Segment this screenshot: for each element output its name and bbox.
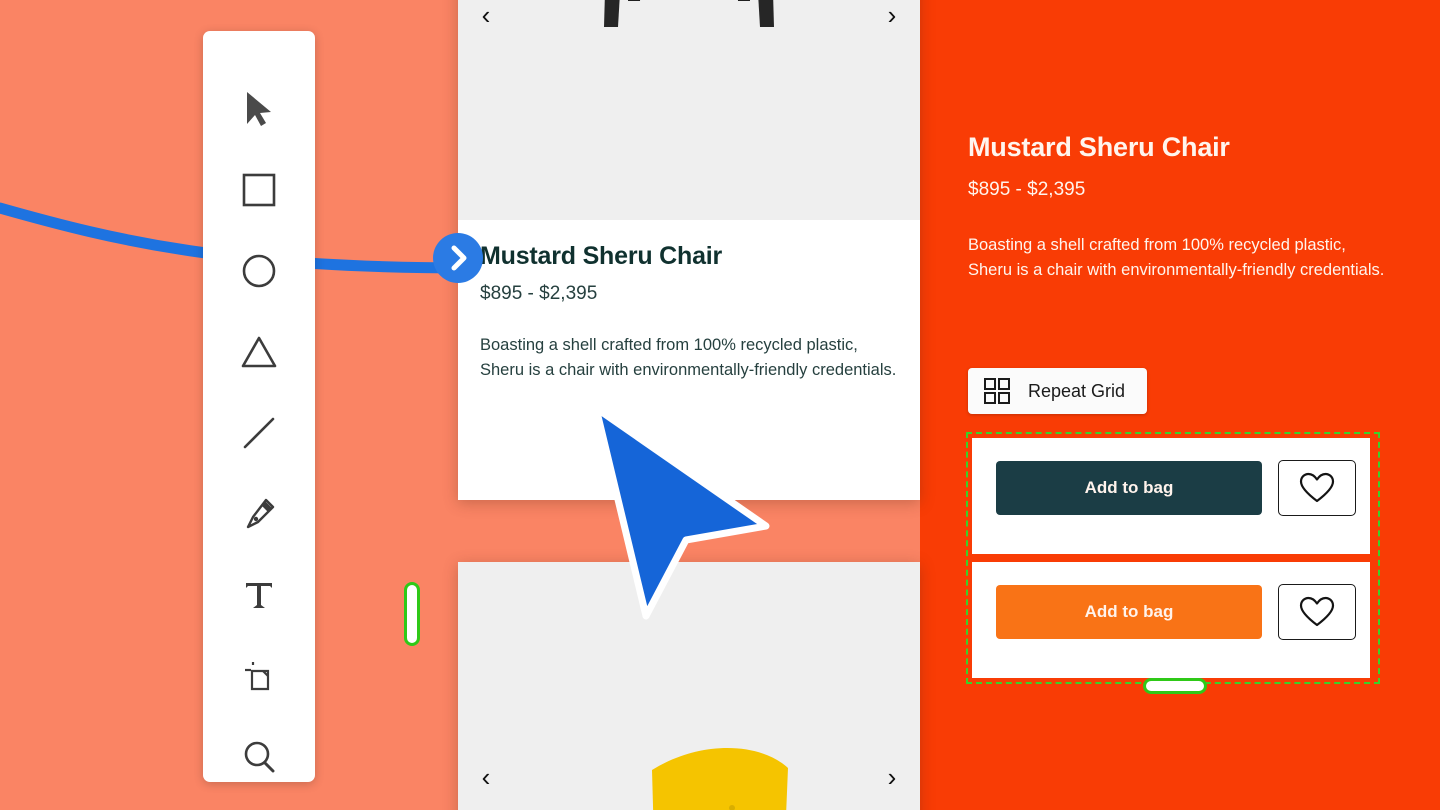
- yellow-armchair-illustration: [652, 748, 788, 810]
- add-to-bag-button[interactable]: Add to bag: [996, 585, 1262, 639]
- favourite-button[interactable]: [1278, 460, 1356, 516]
- pen-icon[interactable]: [231, 488, 287, 539]
- product-photo-black-chair[interactable]: ‹ ›: [458, 0, 920, 220]
- favourite-button[interactable]: [1278, 584, 1356, 640]
- product-description-top: Boasting a shell crafted from 100% recyc…: [480, 336, 897, 380]
- carousel-prev-bottom[interactable]: ‹: [472, 763, 500, 791]
- ellipse-icon[interactable]: [231, 245, 287, 296]
- product-card-top[interactable]: ‹ › Mustard Sheru Chair $895 - $2,395 Bo…: [458, 0, 920, 500]
- rectangle-icon[interactable]: [231, 164, 287, 215]
- grid-2x2-icon: [984, 378, 1010, 404]
- heart-icon: [1299, 472, 1335, 503]
- repeat-grid-cell[interactable]: Add to bag: [972, 562, 1370, 678]
- triangle-icon[interactable]: [231, 326, 287, 377]
- product-card-body-top: Mustard Sheru Chair $895 - $2,395 Boasti…: [458, 220, 920, 409]
- black-chair-illustration: [604, 0, 774, 27]
- detail-description: Boasting a shell crafted from 100% recyc…: [968, 236, 1385, 280]
- repeat-grid-resize-handle-left[interactable]: [404, 582, 420, 646]
- line-icon[interactable]: [231, 407, 287, 458]
- select-arrow-icon[interactable]: [231, 83, 287, 134]
- design-tool-palette[interactable]: [203, 31, 315, 782]
- carousel-next-top[interactable]: ›: [878, 1, 906, 29]
- repeat-grid-selection[interactable]: Add to bag Add to bag: [966, 432, 1380, 694]
- product-detail-content: Mustard Sheru Chair $895 - $2,395 Boasti…: [968, 132, 1408, 284]
- product-title-top: Mustard Sheru Chair: [480, 242, 723, 270]
- design-canvas[interactable]: ‹ › Mustard Sheru Chair $895 - $2,395 Bo…: [0, 0, 1440, 810]
- add-to-bag-button[interactable]: Add to bag: [996, 461, 1262, 515]
- product-photo-yellow-chair[interactable]: ‹ ›: [458, 562, 920, 810]
- carousel-prev-top[interactable]: ‹: [472, 1, 500, 29]
- text-icon[interactable]: [231, 569, 287, 620]
- product-price-top: $895 - $2,395: [480, 283, 598, 304]
- product-card-bottom[interactable]: ‹ ›: [458, 562, 920, 810]
- carousel-next-bottom[interactable]: ›: [878, 763, 906, 791]
- artboard-icon[interactable]: [231, 650, 287, 701]
- detail-price: $895 - $2,395: [968, 179, 1086, 200]
- zoom-icon[interactable]: [231, 731, 287, 782]
- repeat-grid-resize-handle-bottom[interactable]: [1143, 678, 1207, 694]
- repeat-grid-button[interactable]: Repeat Grid: [968, 368, 1148, 414]
- heart-icon: [1299, 596, 1335, 627]
- repeat-grid-label: Repeat Grid: [1028, 380, 1126, 401]
- detail-title: Mustard Sheru Chair: [968, 132, 1230, 162]
- cell-action-row: Add to bag: [996, 584, 1356, 640]
- repeat-grid-cell[interactable]: Add to bag: [972, 438, 1370, 554]
- cell-action-row: Add to bag: [996, 460, 1356, 516]
